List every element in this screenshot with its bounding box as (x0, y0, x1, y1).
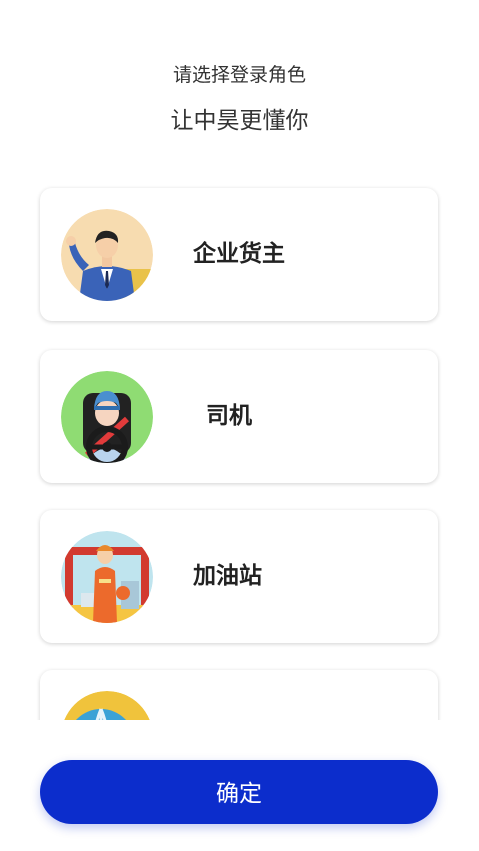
role-label: 企业货主 (193, 241, 285, 267)
gas-station-worker-avatar-icon (61, 531, 153, 623)
businessman-avatar-icon (61, 209, 153, 301)
role-label: 司机 (206, 403, 252, 429)
globe-avatar-icon (61, 691, 153, 720)
driver-avatar-icon (61, 371, 153, 463)
page-title: 让中昊更懂你 (170, 108, 309, 134)
role-card-driver[interactable]: 司机 (40, 350, 438, 483)
role-card-gas-station[interactable]: 加油站 (40, 510, 438, 643)
page-subtitle: 请选择登录角色 (172, 64, 306, 86)
role-card-enterprise-owner[interactable]: 企业货主 (40, 188, 438, 321)
role-card-4[interactable] (40, 670, 438, 720)
confirm-button[interactable]: 确定 (40, 760, 438, 824)
role-list[interactable]: 企业货主 司机 加油站 (0, 178, 479, 720)
role-label: 加油站 (193, 563, 262, 589)
